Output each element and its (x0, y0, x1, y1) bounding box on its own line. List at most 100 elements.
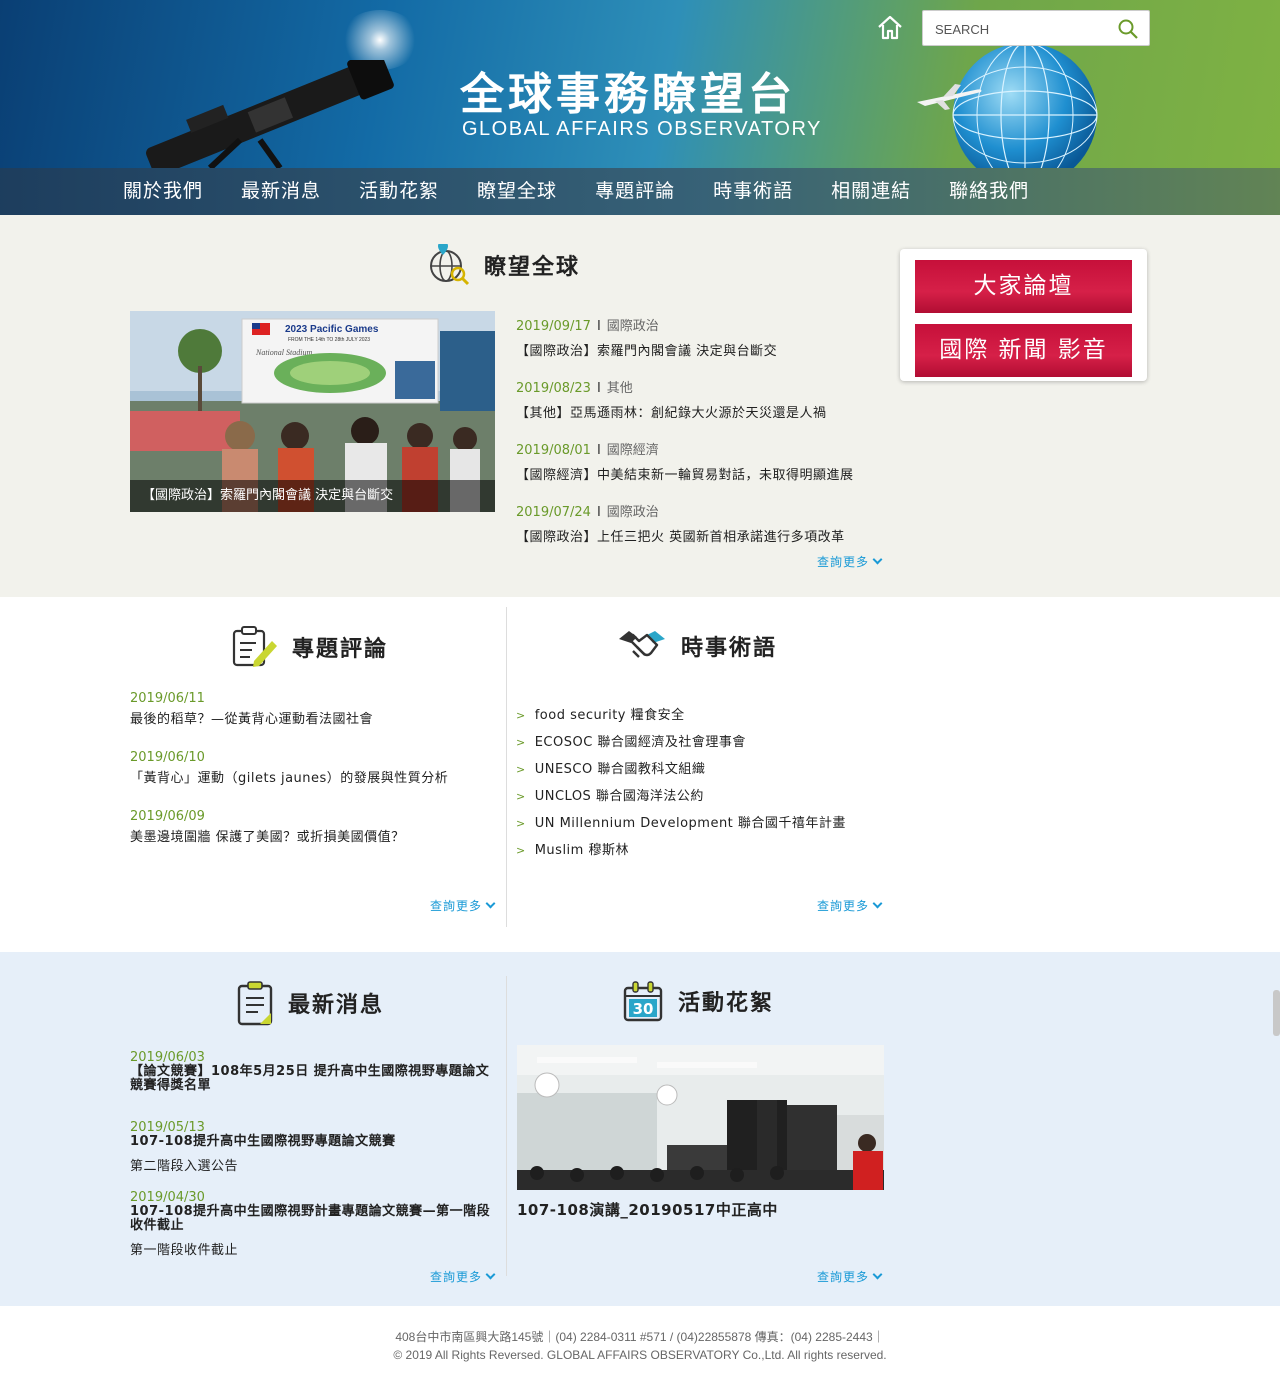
term-label[interactable]: ECOSOC 聯合國經濟及社會理事會 (535, 735, 746, 750)
nav-item-commentary[interactable]: 專題評論 (595, 168, 675, 215)
page-scrollbar[interactable] (1273, 990, 1280, 1036)
news-category: 國際經濟 (606, 443, 659, 458)
term-item[interactable]: > Muslim 穆斯林 (516, 839, 846, 866)
term-item[interactable]: > ECOSOC 聯合國經濟及社會理事會 (516, 731, 846, 758)
news-headline[interactable]: 【國際經濟】中美結束新一輪貿易對話，未取得明顯進展 (516, 464, 886, 483)
search-input[interactable] (935, 19, 1115, 39)
forum-button[interactable]: 大家論壇 (915, 260, 1132, 313)
terms-heading: 時事術語 (617, 625, 777, 667)
commentary-headline[interactable]: 美墨邊境圍牆 保護了美國？或折損美國價值？ (130, 826, 500, 845)
commentary-more-link[interactable]: 查詢更多 (430, 897, 496, 914)
latest-headline[interactable]: 【論文競賽】108年5月25日 提升高中生國際視野專題論文競賽得獎名單 (130, 1065, 500, 1093)
latest-title: 最新消息 (288, 993, 385, 1018)
latest-date: 2019/04/30 (130, 1190, 205, 1205)
commentary-list: 2019/06/11 最後的稻草？—從黃背心運動看法國社會 2019/06/10… (130, 691, 500, 868)
notepad-icon (237, 981, 273, 1026)
latest-subline: 第一階段收件截止 (130, 1243, 239, 1258)
event-photo (517, 1045, 884, 1190)
site-header: 全球事務瞭望台 GLOBAL AFFAIRS OBSERVATORY (0, 0, 1280, 168)
global-news-list: 2019/09/17 I 國際政治 【國際政治】索羅門內閣會議 決定與台斷交 201… (516, 315, 886, 563)
more-label: 查詢更多 (817, 1270, 870, 1284)
chevron-down-icon (872, 898, 883, 909)
events-more-link[interactable]: 查詢更多 (817, 1268, 883, 1285)
commentary-title: 專題評論 (292, 637, 389, 662)
latest-headline[interactable]: 107-108提升高中生國際視野專題論文競賽 (130, 1135, 500, 1149)
news-date: 2019/08/01 (516, 443, 591, 458)
nav-item-links[interactable]: 相關連結 (831, 168, 911, 215)
news-headline[interactable]: 【其他】亞馬遜雨林：創紀錄大火源於天災還是人禍 (516, 402, 886, 421)
news-item[interactable]: 2019/09/17 I 國際政治 【國際政治】索羅門內閣會議 決定與台斷交 (516, 315, 886, 377)
commentary-item[interactable]: 2019/06/11 最後的稻草？—從黃背心運動看法國社會 (130, 691, 500, 750)
term-label[interactable]: UNCLOS 聯合國海洋法公約 (535, 789, 704, 804)
side-links-box: 大家論壇 國際 新聞 影音 (900, 249, 1147, 381)
feature-caption[interactable]: 【國際政治】索羅門內閣會議 決定與台斷交 (130, 480, 495, 512)
global-section: 瞭望全球 2023 Pacific Games FROM THE 14th TO… (0, 215, 1280, 597)
latest-subline: 第二階段入選公告 (130, 1159, 239, 1174)
term-label[interactable]: UN Millennium Development 聯合國千禧年計畫 (535, 816, 846, 831)
events-heading: 30 活動花絮 (622, 980, 774, 1022)
column-divider (506, 976, 507, 1276)
nav-item-events[interactable]: 活動花絮 (359, 168, 439, 215)
chevron-right-icon: > (516, 844, 526, 857)
event-caption[interactable]: 107-108演講_20190517中正高中 (517, 1199, 778, 1220)
document-edit-icon (232, 626, 277, 667)
more-label: 查詢更多 (430, 1270, 483, 1284)
commentary-item[interactable]: 2019/06/10 「黃背心」運動（gilets jaunes）的發展與性質分… (130, 750, 500, 809)
term-item[interactable]: > UNCLOS 聯合國海洋法公約 (516, 785, 846, 812)
news-headline[interactable]: 【國際政治】上任三把火 英國新首相承諾進行多項改革 (516, 526, 886, 545)
nav-item-terms[interactable]: 時事術語 (713, 168, 793, 215)
commentary-headline[interactable]: 最後的稻草？—從黃背心運動看法國社會 (130, 708, 500, 727)
term-label[interactable]: UNESCO 聯合國教科文組織 (535, 762, 706, 777)
latest-list: 2019/06/03 【論文競賽】108年5月25日 提升高中生國際視野專題論文… (130, 1050, 500, 1260)
news-events-section: 最新消息 2019/06/03 【論文競賽】108年5月25日 提升高中生國際視… (0, 952, 1280, 1306)
meta-separator: I (596, 319, 601, 334)
latest-item[interactable]: 2019/05/13 107-108提升高中生國際視野專題論文競賽 第二階段入選… (130, 1120, 500, 1190)
terms-more-link[interactable]: 查詢更多 (817, 897, 883, 914)
nav-item-about[interactable]: 關於我們 (123, 168, 203, 215)
term-item[interactable]: > UN Millennium Development 聯合國千禧年計畫 (516, 812, 846, 839)
footer-address: 408台中市南區興大路145號｜(04) 2284-0311 #571 / (0… (395, 1330, 885, 1344)
calendar-day: 30 (633, 1000, 654, 1018)
news-item[interactable]: 2019/08/01 I 國際經濟 【國際經濟】中美結束新一輪貿易對話，未取得明顯進… (516, 439, 886, 501)
latest-item[interactable]: 2019/06/03 【論文競賽】108年5月25日 提升高中生國際視野專題論文… (130, 1050, 500, 1120)
meta-separator: I (596, 505, 601, 520)
commentary-headline[interactable]: 「黃背心」運動（gilets jaunes）的發展與性質分析 (130, 767, 500, 786)
latest-headline[interactable]: 107-108提升高中生國際視野計畫專題論文競賽—第一階段收件截止 (130, 1205, 500, 1233)
chevron-right-icon: > (516, 790, 526, 803)
feature-games-dates: FROM THE 14th TO 28th JULY 2023 (288, 337, 370, 343)
airplane-illustration (917, 84, 982, 110)
latest-item[interactable]: 2019/04/30 107-108提升高中生國際視野計畫專題論文競賽—第一階段… (130, 1190, 500, 1260)
news-category: 國際政治 (606, 319, 659, 334)
news-item[interactable]: 2019/08/23 I 其他 【其他】亞馬遜雨林：創紀錄大火源於天災還是人禍 (516, 377, 886, 439)
chevron-down-icon (872, 554, 883, 565)
more-label: 查詢更多 (817, 899, 870, 913)
commentary-date: 2019/06/09 (130, 809, 205, 824)
commentary-date: 2019/06/10 (130, 750, 205, 765)
news-headline[interactable]: 【國際政治】索羅門內閣會議 決定與台斷交 (516, 340, 886, 359)
chevron-right-icon: > (516, 709, 526, 722)
latest-heading: 最新消息 (236, 980, 384, 1026)
term-item[interactable]: > food security 糧食安全 (516, 704, 846, 731)
commentary-date: 2019/06/11 (130, 691, 205, 706)
chevron-down-icon (485, 1269, 496, 1280)
term-label[interactable]: food security 糧食安全 (535, 708, 685, 723)
more-label: 查詢更多 (430, 899, 483, 913)
latest-date: 2019/05/13 (130, 1120, 205, 1135)
commentary-item[interactable]: 2019/06/09 美墨邊境圍牆 保護了美國？或折損美國價值？ (130, 809, 500, 868)
meta-separator: I (596, 443, 601, 458)
home-icon[interactable] (876, 14, 904, 42)
term-item[interactable]: > UNESCO 聯合國教科文組織 (516, 758, 846, 785)
global-more-link[interactable]: 查詢更多 (817, 553, 883, 570)
media-button[interactable]: 國際 新聞 影音 (915, 324, 1132, 377)
term-label[interactable]: Muslim 穆斯林 (535, 843, 629, 858)
news-date: 2019/07/24 (516, 505, 591, 520)
global-heading: 瞭望全球 (428, 244, 580, 286)
nav-item-contact[interactable]: 聯絡我們 (949, 168, 1029, 215)
feature-image[interactable]: 2023 Pacific Games FROM THE 14th TO 28th… (130, 311, 495, 512)
news-date: 2019/08/23 (516, 381, 591, 396)
nav-item-global[interactable]: 瞭望全球 (477, 168, 557, 215)
event-image[interactable] (517, 1045, 884, 1190)
latest-more-link[interactable]: 查詢更多 (430, 1268, 496, 1285)
search-icon[interactable] (1117, 18, 1139, 40)
nav-item-latest-news[interactable]: 最新消息 (241, 168, 321, 215)
